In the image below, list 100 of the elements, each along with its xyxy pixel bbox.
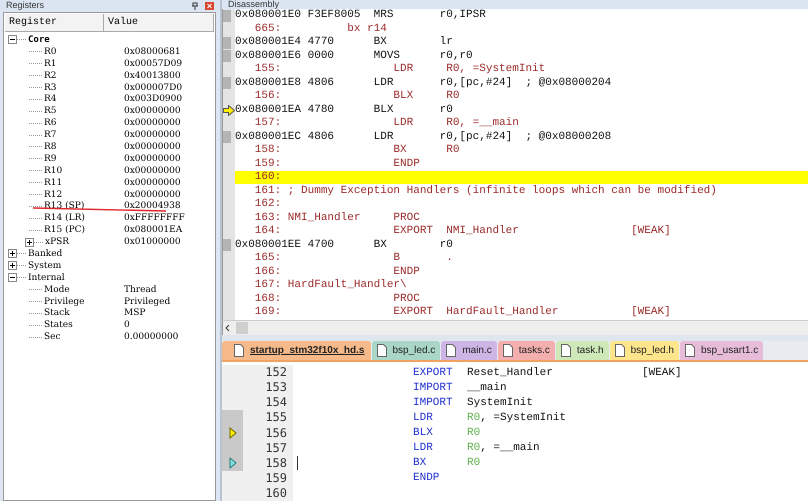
register-name: R9 bbox=[44, 154, 57, 164]
register-name: Banked bbox=[28, 248, 62, 259]
register-name: R14 (LR) bbox=[44, 213, 85, 224]
register-name: R8 bbox=[44, 142, 57, 152]
assembly-line: 0x080001E8 4806 LDR r0,[pc,#24] ; @0x08000204 bbox=[235, 76, 612, 90]
register-name: Stack bbox=[44, 308, 70, 318]
file-tab[interactable]: tasks.c bbox=[498, 341, 555, 360]
file-tab[interactable]: main.c bbox=[441, 341, 497, 360]
source-line: 165: B . bbox=[254, 252, 453, 266]
document-icon bbox=[560, 344, 571, 358]
document-icon bbox=[376, 344, 386, 358]
register-value: Privileged bbox=[124, 296, 170, 307]
register-value: 0x080001EA bbox=[124, 225, 182, 236]
register-value: 0xFFFFFFFF bbox=[124, 213, 185, 224]
register-name: R4 bbox=[44, 94, 57, 104]
panel-title: Disassembly bbox=[228, 0, 280, 10]
line-number: 155 bbox=[243, 410, 293, 426]
triangle-icon bbox=[228, 457, 236, 470]
source-line: 167: HardFault_Handler\ bbox=[254, 279, 407, 292]
register-name: xPSR bbox=[45, 237, 70, 248]
pin-icon[interactable] bbox=[191, 2, 199, 10]
source-line: 155: LDR R0, =SystemInit bbox=[254, 63, 546, 76]
source-line: 168: PROC bbox=[254, 292, 420, 306]
register-name: R5 bbox=[44, 106, 57, 116]
register-name: R3 bbox=[44, 82, 57, 92]
register-value: 0x00000000 bbox=[124, 166, 181, 176]
source-line: 164: EXPORT NMI_Handler [WEAK] bbox=[254, 225, 671, 238]
register-value: 0x00000000 bbox=[124, 118, 181, 128]
register-value: 0 bbox=[124, 320, 130, 330]
column-header[interactable]: Register bbox=[5, 14, 104, 31]
register-name: Sec bbox=[44, 332, 61, 342]
code-line: BX R0 bbox=[413, 457, 482, 470]
register-value: 0x00000000 bbox=[124, 130, 181, 140]
register-name: R2 bbox=[44, 70, 57, 81]
file-tab[interactable]: bsp_usart1.c bbox=[680, 341, 764, 360]
line-number: 154 bbox=[243, 395, 293, 410]
source-line: 159: ENDP bbox=[254, 158, 420, 171]
source-line: 665: bx r14 bbox=[254, 22, 387, 36]
register-name: R1 bbox=[44, 58, 57, 69]
file-tab[interactable]: startup_stm32f10x_hd.s bbox=[222, 341, 370, 360]
register-value: 0x08000681 bbox=[124, 46, 181, 57]
file-tab[interactable]: bsp_led.h bbox=[610, 341, 679, 360]
assembly-line: 0x080001E6 0000 MOVS r0,r0 bbox=[235, 50, 473, 63]
column-header[interactable]: Value bbox=[104, 14, 214, 31]
line-number: 152 bbox=[243, 365, 293, 380]
register-value: 0x000007D0 bbox=[124, 82, 182, 92]
line-number: 160 bbox=[243, 486, 293, 501]
code-line: BLX R0 bbox=[413, 427, 482, 440]
register-value: 0x01000000 bbox=[124, 237, 181, 248]
expand-icon[interactable] bbox=[8, 249, 17, 258]
collapse-icon[interactable] bbox=[8, 35, 17, 44]
source-line: 161: ; Dummy Exception Handlers (infinite loops which can be modified) bbox=[254, 184, 717, 198]
register-value: 0x00000000 bbox=[124, 178, 181, 188]
register-name: Core bbox=[28, 34, 50, 45]
source-line: 158: BX R0 bbox=[254, 144, 460, 158]
document-icon bbox=[684, 344, 695, 358]
close-icon[interactable] bbox=[205, 2, 214, 10]
register-name: System bbox=[28, 260, 62, 271]
source-line: 157: LDR R0, =__main bbox=[254, 117, 519, 130]
register-value: 0x40013800 bbox=[124, 70, 181, 81]
assembly-line: 0x080001EE 4700 BX r0 bbox=[235, 238, 453, 252]
line-number: 158 bbox=[243, 456, 293, 471]
expand-icon[interactable] bbox=[8, 261, 17, 270]
register-value: 0x003D0900 bbox=[124, 94, 182, 104]
triangle-icon bbox=[228, 427, 236, 440]
code-line: IMPORT __main bbox=[413, 382, 508, 394]
register-value: 0x00000000 bbox=[124, 142, 181, 152]
file-tab[interactable]: task.h bbox=[556, 341, 609, 360]
line-number: 159 bbox=[243, 470, 293, 486]
horizontal-scrollbar[interactable] bbox=[222, 320, 808, 335]
expand-icon[interactable] bbox=[25, 238, 34, 247]
code-line: EXPORT Reset_Handler [WEAK] bbox=[413, 366, 682, 379]
register-value: 0x00000000 bbox=[124, 154, 181, 164]
register-name: R0 bbox=[44, 46, 57, 57]
register-name: Internal bbox=[28, 272, 65, 283]
assembly-line: 0x080001EC 4806 LDR r0,[pc,#24] ; @0x08000208 bbox=[235, 130, 612, 144]
register-name: R12 bbox=[44, 190, 62, 200]
register-name: R7 bbox=[44, 130, 57, 140]
code-line: LDR R0, =__main bbox=[413, 442, 541, 454]
register-value: 0x00000000 bbox=[124, 190, 181, 200]
assembly-line: 0x080001EA 4780 BLX r0 bbox=[235, 104, 453, 117]
source-line: 162: bbox=[254, 198, 282, 212]
register-name: Mode bbox=[44, 284, 70, 295]
document-icon bbox=[614, 344, 625, 358]
code-line: IMPORT SystemInit bbox=[413, 396, 534, 409]
register-value: MSP bbox=[124, 308, 146, 318]
file-tab[interactable]: bsp_led.c bbox=[372, 341, 440, 360]
register-value: 0.00000000 bbox=[124, 332, 178, 342]
register-value: 0x20004938 bbox=[124, 201, 181, 212]
register-name: R13 (SP) bbox=[44, 201, 84, 212]
scrollbar-thumb[interactable] bbox=[236, 322, 248, 334]
register-name: R6 bbox=[44, 118, 57, 128]
line-number: 156 bbox=[243, 426, 293, 441]
document-icon bbox=[234, 344, 244, 358]
document-icon bbox=[502, 344, 513, 358]
source-line: 166: ENDP bbox=[254, 266, 420, 279]
collapse-icon[interactable] bbox=[8, 273, 17, 282]
source-line: 156: BLX R0 bbox=[254, 90, 460, 104]
panel-title: Registers bbox=[6, 1, 46, 10]
source-line: 169: EXPORT HardFault_Handler [WEAK] bbox=[254, 306, 671, 320]
